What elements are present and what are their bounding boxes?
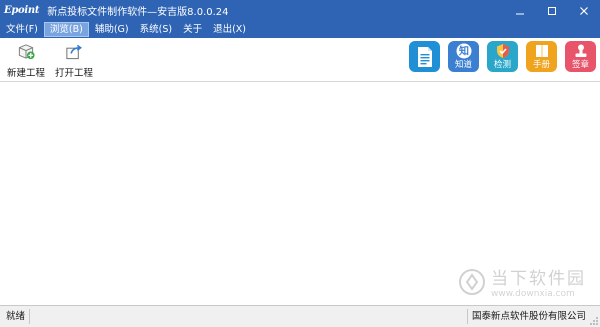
- app-logo: Epoint: [4, 5, 40, 16]
- toolbar: 新建工程 打开工程 知 知道 检测 手册 签章: [0, 38, 600, 82]
- watermark-url: www.downxia.com: [491, 289, 575, 299]
- check-label: 检测: [493, 60, 511, 70]
- status-ready: 就绪: [3, 309, 30, 324]
- svg-text:知: 知: [458, 45, 469, 58]
- workspace-area[interactable]: 当下软件园 www.downxia.com: [0, 82, 600, 305]
- quick-zhidao-button[interactable]: 知 知道: [448, 41, 479, 72]
- window-title: 新点投标文件制作软件—安吉版8.0.0.24: [47, 7, 229, 18]
- minimize-button[interactable]: [504, 0, 536, 21]
- quick-document-button[interactable]: [409, 41, 440, 72]
- document-icon: [417, 46, 432, 67]
- shield-check-icon: [496, 44, 509, 58]
- quick-seal-button[interactable]: 签章: [565, 41, 596, 72]
- menu-about[interactable]: 关于: [178, 22, 207, 37]
- watermark: 当下软件园 www.downxia.com: [459, 264, 586, 299]
- resize-grip-icon[interactable]: [589, 316, 599, 326]
- close-icon: [580, 6, 588, 15]
- title-bar: Epoint 新点投标文件制作软件—安吉版8.0.0.24: [0, 0, 600, 21]
- maximize-button[interactable]: [536, 0, 568, 21]
- new-project-label: 新建工程: [6, 68, 45, 79]
- manual-label: 手册: [532, 60, 550, 70]
- maximize-icon: [548, 6, 556, 15]
- watermark-text: 当下软件园: [491, 269, 586, 289]
- close-button[interactable]: [568, 0, 600, 21]
- zhidao-label: 知道: [454, 60, 472, 70]
- new-project-icon: [18, 44, 35, 60]
- status-company: 国泰新点软件股份有限公司: [466, 309, 586, 324]
- seal-stamp-icon: [575, 44, 586, 57]
- menu-assist[interactable]: 辅助(G): [90, 22, 134, 37]
- zhidao-icon: 知: [456, 43, 471, 59]
- manual-book-icon: [535, 45, 548, 57]
- open-project-label: 打开工程: [54, 68, 93, 79]
- menu-exit[interactable]: 退出(X): [208, 22, 251, 37]
- open-project-button[interactable]: 打开工程: [52, 41, 96, 79]
- status-bar: 就绪 国泰新点软件股份有限公司: [0, 305, 600, 327]
- window-controls: [504, 0, 600, 21]
- quick-manual-button[interactable]: 手册: [526, 41, 557, 72]
- quick-check-button[interactable]: 检测: [487, 41, 518, 72]
- new-project-button[interactable]: 新建工程: [4, 41, 48, 79]
- menu-file[interactable]: 文件(F): [1, 22, 43, 37]
- open-project-icon: [66, 44, 82, 60]
- watermark-logo-icon: [459, 268, 485, 295]
- menu-browse[interactable]: 浏览(B): [43, 22, 89, 37]
- minimize-icon: [516, 13, 524, 14]
- seal-label: 签章: [571, 60, 589, 70]
- menu-bar: 文件(F) 浏览(B) 辅助(G) 系统(S) 关于 退出(X): [0, 21, 600, 38]
- menu-system[interactable]: 系统(S): [135, 22, 177, 37]
